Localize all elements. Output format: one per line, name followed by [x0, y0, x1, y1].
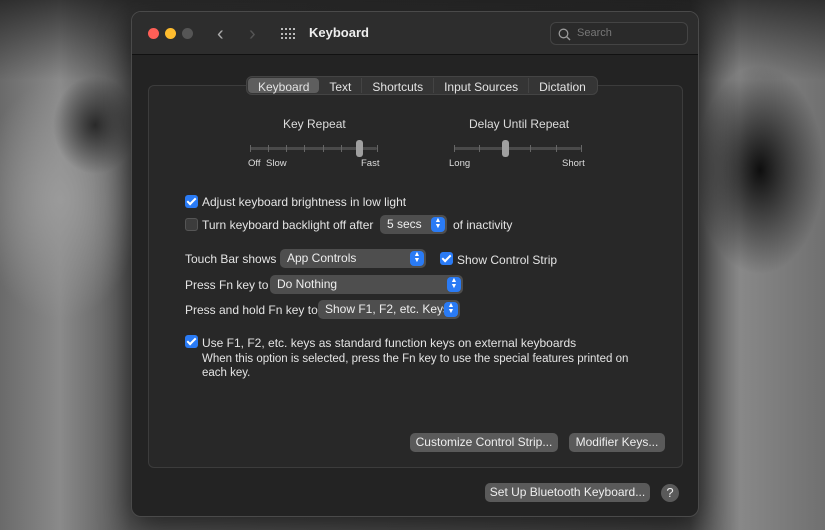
delay-short-label: Short [562, 158, 585, 169]
system-preferences-window: ‹ › Keyboard Search Keyboard Text Shortc… [131, 11, 699, 517]
chevron-up-down-icon: ▲ ▼ [410, 251, 424, 266]
window-title: Keyboard [309, 25, 369, 40]
backlight-off-checkbox[interactable] [185, 218, 198, 231]
slider-tick [250, 145, 251, 152]
use-f-keys-description-cont: each key. [202, 367, 251, 379]
close-button[interactable] [148, 28, 159, 39]
slider-tick [304, 145, 306, 152]
search-placeholder: Search [577, 27, 612, 39]
modifier-keys-button[interactable]: Modifier Keys... [569, 433, 665, 452]
delay-until-repeat-slider[interactable] [454, 140, 582, 157]
key-repeat-off-label: Off [248, 158, 261, 169]
tab-input-sources[interactable]: Input Sources [434, 78, 530, 94]
slider-tick [530, 145, 532, 152]
key-repeat-fast-label: Fast [361, 158, 380, 169]
use-f-keys-description: When this option is selected, press the … [202, 353, 629, 365]
slider-tick [581, 145, 582, 152]
slider-tick [286, 145, 288, 152]
slider-tick [555, 145, 557, 152]
tab-shortcuts[interactable]: Shortcuts [362, 78, 435, 94]
slider-tick [322, 145, 324, 152]
touch-bar-label: Touch Bar shows [185, 252, 277, 266]
tab-keyboard[interactable]: Keyboard [248, 78, 320, 94]
key-repeat-label: Key Repeat [283, 117, 346, 131]
back-icon[interactable]: ‹ [217, 23, 224, 46]
adjust-brightness-label: Adjust keyboard brightness in low light [202, 195, 407, 209]
delay-until-repeat-label: Delay Until Repeat [469, 117, 570, 131]
slider-tick [268, 145, 270, 152]
backlight-timeout-value: 5 secs [387, 217, 422, 231]
show-control-strip-label: Show Control Strip [457, 253, 558, 267]
use-f-keys-label: Use F1, F2, etc. keys as standard functi… [202, 336, 577, 350]
hold-fn-label: Press and hold Fn key to [185, 303, 318, 317]
slider-knob[interactable] [501, 140, 509, 157]
tab-text[interactable]: Text [319, 78, 363, 94]
slider-tick [377, 145, 378, 152]
press-fn-value: Do Nothing [277, 277, 338, 291]
chevron-up-down-icon: ▲ ▼ [431, 217, 445, 232]
tab-bar: Keyboard Text Shortcuts Input Sources Di… [246, 76, 598, 95]
touch-bar-select[interactable]: App Controls ▲ ▼ [280, 249, 426, 268]
show-all-grid-icon[interactable] [281, 28, 295, 40]
delay-long-label: Long [449, 158, 471, 169]
chevron-up-down-icon: ▲ ▼ [444, 302, 458, 317]
minimize-button[interactable] [165, 28, 176, 39]
set-up-bluetooth-keyboard-button[interactable]: Set Up Bluetooth Keyboard... [485, 483, 650, 502]
hold-fn-value: Show F1, F2, etc. Keys [325, 302, 450, 316]
inactivity-label: of inactivity [453, 218, 513, 232]
adjust-brightness-checkbox[interactable] [185, 195, 198, 208]
slider-tick [454, 145, 455, 152]
slider-tick [479, 145, 481, 152]
slider-tick [340, 145, 342, 152]
backlight-off-label: Turn keyboard backlight off after [202, 218, 374, 232]
touch-bar-value: App Controls [287, 251, 357, 265]
press-fn-label: Press Fn key to [185, 278, 269, 292]
customize-control-strip-button[interactable]: Customize Control Strip... [410, 433, 558, 452]
search-input[interactable]: Search [550, 22, 688, 45]
hold-fn-select[interactable]: Show F1, F2, etc. Keys ▲ ▼ [318, 300, 460, 319]
zoom-button[interactable] [182, 28, 193, 39]
slider-knob[interactable] [355, 140, 363, 157]
key-repeat-slow-label: Slow [266, 158, 287, 169]
backlight-timeout-select[interactable]: 5 secs ▲ ▼ [380, 215, 447, 234]
forward-icon[interactable]: › [249, 23, 256, 46]
tab-dictation[interactable]: Dictation [529, 78, 596, 94]
help-button[interactable]: ? [661, 484, 679, 502]
show-control-strip-checkbox[interactable] [440, 252, 453, 265]
key-repeat-slider[interactable] [250, 140, 378, 157]
use-f-keys-checkbox[interactable] [185, 335, 198, 348]
search-icon [558, 28, 571, 41]
press-fn-select[interactable]: Do Nothing ▲ ▼ [270, 275, 463, 294]
title-bar: ‹ › Keyboard Search [132, 12, 698, 55]
chevron-up-down-icon: ▲ ▼ [447, 277, 461, 292]
